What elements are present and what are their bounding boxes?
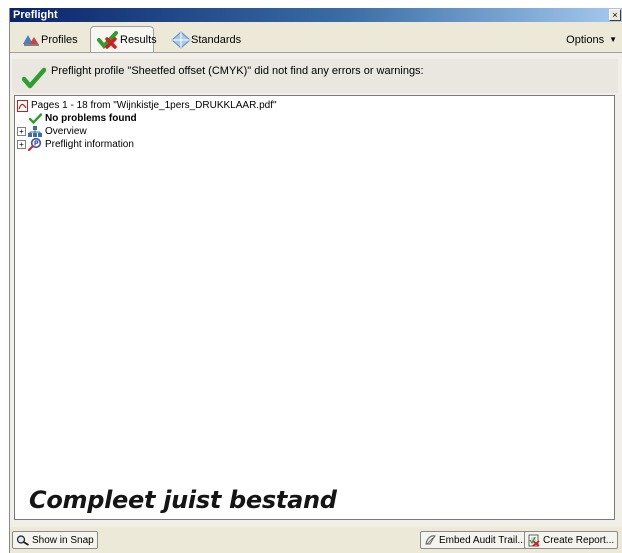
expand-toggle[interactable]: + bbox=[17, 127, 26, 136]
result-banner: Preflight profile "Sheetfed offset (CMYK… bbox=[12, 59, 618, 93]
create-report-label: Create Report... bbox=[543, 534, 615, 546]
create-report-button[interactable]: Create Report... bbox=[524, 531, 619, 549]
tree-row-preflight-info[interactable]: + Preflight information bbox=[17, 138, 134, 151]
check-icon bbox=[29, 113, 42, 124]
tree-label-no-problems: No problems found bbox=[45, 113, 137, 124]
options-label: Options bbox=[566, 34, 605, 46]
tab-bar: Profiles Results Standards Options ▼ bbox=[10, 22, 622, 53]
tab-profiles-label: Profiles bbox=[41, 34, 78, 46]
snap-icon bbox=[16, 534, 30, 546]
expand-toggle[interactable]: + bbox=[17, 140, 26, 149]
tree-root-row[interactable]: Pages 1 - 18 from "Wijnkistje_1pers_DRUK… bbox=[17, 99, 277, 112]
tree-label-preflight-info: Preflight information bbox=[45, 139, 134, 150]
bottom-toolbar: Show in Snap Embed Audit Trail... Create… bbox=[10, 527, 622, 553]
report-icon bbox=[528, 534, 541, 547]
results-panel: Preflight profile "Sheetfed offset (CMYK… bbox=[10, 52, 622, 527]
window-title: Preflight bbox=[13, 9, 58, 21]
check-icon bbox=[22, 67, 46, 89]
profiles-icon bbox=[21, 32, 41, 48]
show-in-snap-button[interactable]: Show in Snap bbox=[12, 531, 98, 549]
standards-icon bbox=[171, 31, 191, 49]
close-button[interactable]: × bbox=[609, 9, 621, 21]
tab-results-label: Results bbox=[120, 34, 157, 46]
overlay-caption: Compleet juist bestand bbox=[29, 486, 337, 514]
show-in-snap-label: Show in Snap bbox=[32, 534, 94, 546]
tree-row-no-problems[interactable]: No problems found bbox=[29, 112, 137, 125]
audit-trail-icon bbox=[424, 534, 437, 546]
preflight-window: Preflight × Profiles Results Standards O… bbox=[9, 8, 622, 553]
chevron-down-icon: ▼ bbox=[609, 35, 617, 44]
preflight-info-icon bbox=[28, 138, 42, 151]
tree-root-label: Pages 1 - 18 from "Wijnkistje_1pers_DRUK… bbox=[31, 100, 277, 111]
result-message: Preflight profile "Sheetfed offset (CMYK… bbox=[51, 65, 424, 77]
tab-standards-label: Standards bbox=[191, 34, 242, 46]
tab-standards[interactable]: Standards bbox=[166, 28, 246, 52]
embed-audit-trail-label: Embed Audit Trail... bbox=[439, 534, 526, 546]
tree-label-overview: Overview bbox=[45, 126, 87, 137]
results-tree[interactable]: Pages 1 - 18 from "Wijnkistje_1pers_DRUK… bbox=[14, 95, 615, 520]
embed-audit-trail-button[interactable]: Embed Audit Trail... bbox=[420, 531, 530, 549]
pdf-icon bbox=[17, 99, 28, 112]
overview-icon bbox=[28, 125, 42, 138]
options-menu[interactable]: Options ▼ bbox=[566, 34, 617, 46]
tree-row-overview[interactable]: + Overview bbox=[17, 125, 87, 138]
tab-profiles[interactable]: Profiles bbox=[16, 28, 83, 52]
tab-results[interactable]: Results bbox=[90, 26, 157, 53]
title-bar: Preflight × bbox=[10, 8, 622, 22]
results-check-icon bbox=[96, 30, 120, 50]
